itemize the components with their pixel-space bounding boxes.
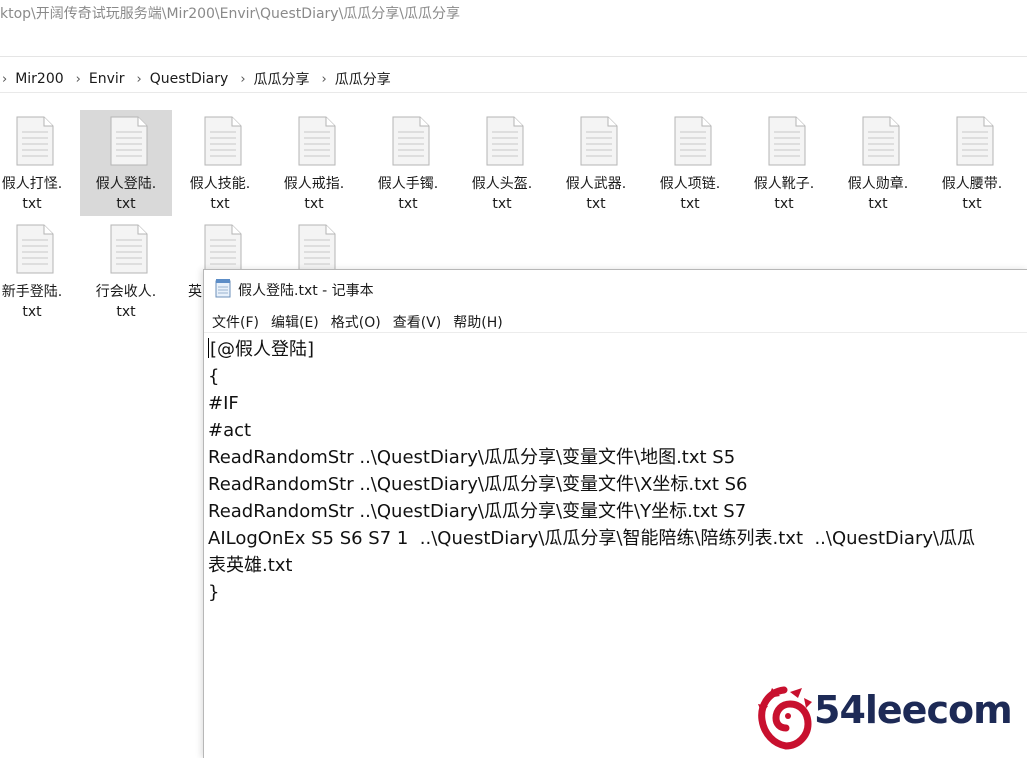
- chevron-right-icon: ›: [240, 71, 246, 87]
- file-name: 假人靴子. txt: [753, 176, 815, 212]
- file-item[interactable]: 行会收人. txt: [80, 218, 172, 324]
- text-file-icon: [110, 116, 148, 166]
- address-bar[interactable]: › Mir200 › Envir › QuestDiary › 瓜瓜分享 › 瓜…: [0, 64, 1027, 93]
- file-name: 假人戒指. txt: [283, 176, 345, 212]
- text-line: 表英雄.txt: [208, 555, 293, 576]
- breadcrumb-item[interactable]: Mir200: [15, 71, 63, 87]
- file-name: 假人勋章. txt: [847, 176, 909, 212]
- text-file-icon: [862, 116, 900, 166]
- file-name: 假人项链. txt: [659, 176, 721, 212]
- text-file-icon: [674, 116, 712, 166]
- text-line: }: [208, 582, 220, 603]
- file-item[interactable]: 假人技能. txt: [174, 110, 266, 216]
- text-file-icon: [16, 224, 54, 274]
- text-line: ReadRandomStr ..\QuestDiary\瓜瓜分享\变量文件\Y坐…: [208, 501, 747, 522]
- file-item[interactable]: 假人武器. txt: [550, 110, 642, 216]
- notepad-title: 假人登陆.txt - 记事本: [238, 283, 374, 299]
- text-line: {: [208, 366, 220, 387]
- text-line: ReadRandomStr ..\QuestDiary\瓜瓜分享\变量文件\X坐…: [208, 474, 748, 495]
- file-item[interactable]: 假人腰带. txt: [926, 110, 1018, 216]
- breadcrumb-item[interactable]: Envir: [89, 71, 125, 87]
- file-name: 行会收人. txt: [95, 284, 157, 320]
- watermark-text: 54leecom: [814, 688, 1013, 732]
- text-line: #IF: [208, 393, 239, 414]
- file-item[interactable]: 假人戒指. txt: [268, 110, 360, 216]
- dragon-logo-icon: [758, 686, 812, 750]
- menu-view[interactable]: 查看(V): [393, 308, 442, 332]
- notepad-icon: [215, 279, 231, 298]
- text-file-icon: [204, 224, 242, 274]
- menu-file[interactable]: 文件(F): [212, 308, 259, 332]
- text-file-icon: [204, 116, 242, 166]
- notepad-menu-bar: 文件(F) 编辑(E) 格式(O) 查看(V) 帮助(H): [204, 308, 1027, 333]
- file-name: 新手登陆. txt: [1, 284, 63, 320]
- file-item[interactable]: 假人项链. txt: [644, 110, 736, 216]
- chevron-right-icon: ›: [2, 71, 8, 87]
- file-name: 假人打怪. txt: [1, 176, 63, 212]
- chevron-right-icon: ›: [75, 71, 81, 87]
- file-name: 假人头盔. txt: [471, 176, 533, 212]
- file-name: 假人技能. txt: [189, 176, 251, 212]
- text-file-icon: [956, 116, 994, 166]
- explorer-title-bar: ktop\开阔传奇试玩服务端\Mir200\Envir\QuestDiary\瓜…: [0, 0, 1027, 57]
- text-file-icon: [392, 116, 430, 166]
- text-line: ReadRandomStr ..\QuestDiary\瓜瓜分享\变量文件\地图…: [208, 447, 736, 468]
- file-item[interactable]: 假人靴子. txt: [738, 110, 830, 216]
- file-item[interactable]: 假人手镯. txt: [362, 110, 454, 216]
- menu-format[interactable]: 格式(O): [331, 308, 381, 332]
- text-caret: [208, 338, 209, 358]
- notepad-title-bar[interactable]: 假人登陆.txt - 记事本: [204, 270, 1027, 304]
- file-item[interactable]: 假人打怪. txt: [0, 110, 78, 216]
- chevron-right-icon: ›: [321, 71, 327, 87]
- text-file-icon: [16, 116, 54, 166]
- text-file-icon: [298, 116, 336, 166]
- file-name: 假人登陆. txt: [95, 176, 157, 212]
- window-title-path: ktop\开阔传奇试玩服务端\Mir200\Envir\QuestDiary\瓜…: [0, 6, 461, 22]
- file-name: 假人武器. txt: [565, 176, 627, 212]
- text-file-icon: [110, 224, 148, 274]
- text-file-icon: [580, 116, 618, 166]
- file-item[interactable]: 假人勋章. txt: [832, 110, 924, 216]
- menu-edit[interactable]: 编辑(E): [271, 308, 319, 332]
- breadcrumb-item[interactable]: 瓜瓜分享: [335, 69, 391, 89]
- breadcrumb-item[interactable]: QuestDiary: [150, 71, 229, 87]
- text-line: #act: [208, 420, 252, 441]
- text-file-icon: [486, 116, 524, 166]
- file-name: 假人腰带. txt: [941, 176, 1003, 212]
- chevron-right-icon: ›: [136, 71, 142, 87]
- breadcrumb-item[interactable]: 瓜瓜分享: [254, 69, 310, 89]
- watermark: 54leecom: [750, 684, 1020, 754]
- file-item-selected[interactable]: 假人登陆. txt: [80, 110, 172, 216]
- file-item[interactable]: 假人头盔. txt: [456, 110, 548, 216]
- menu-help[interactable]: 帮助(H): [453, 308, 502, 332]
- breadcrumb: › Mir200 › Envir › QuestDiary › 瓜瓜分享 › 瓜…: [0, 69, 399, 89]
- text-file-icon: [768, 116, 806, 166]
- text-line: AILogOnEx S5 S6 S7 1 ..\QuestDiary\瓜瓜分享\…: [208, 528, 976, 549]
- text-file-icon: [298, 224, 336, 274]
- file-item[interactable]: 新手登陆. txt: [0, 218, 78, 324]
- text-line: [@假人登陆]: [208, 338, 315, 360]
- file-name: 假人手镯. txt: [377, 176, 439, 212]
